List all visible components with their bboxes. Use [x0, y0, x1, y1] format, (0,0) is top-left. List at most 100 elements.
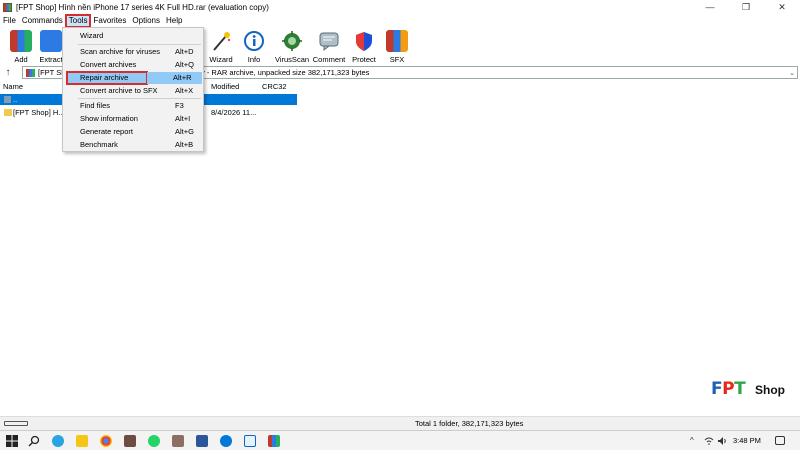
window-title: [FPT Shop] Hình nền iPhone 17 series 4K … — [16, 2, 269, 12]
protect-button-label: Protect — [352, 55, 376, 64]
menu-item-label: Benchmark — [80, 140, 118, 149]
window-controls: — ❐ ✕ — [692, 0, 800, 14]
menu-item-label: Generate report — [80, 127, 133, 136]
menu-separator — [78, 98, 201, 99]
info-button[interactable]: Info — [237, 28, 271, 64]
menu-item-shortcut: Alt+I — [175, 114, 191, 123]
menu-separator — [78, 44, 201, 45]
tools-menu: Wizard Scan archive for viruses Alt+D Co… — [62, 27, 204, 152]
status-bar: Total 1 folder, 382,171,323 bytes — [0, 416, 800, 430]
windows-start-icon[interactable] — [6, 435, 18, 447]
path-info: y - RAR archive, unpacked size 382,171,3… — [201, 68, 370, 77]
word-icon[interactable] — [196, 435, 208, 447]
menu-item-wizard[interactable]: Wizard — [65, 30, 202, 42]
menu-item-label: Convert archives — [80, 60, 137, 69]
menu-item-label: Find files — [80, 101, 111, 110]
menu-item-shortcut: Alt+G — [175, 127, 194, 136]
menu-favorites[interactable]: Favorites — [90, 15, 129, 27]
menu-item-repair-archive[interactable]: Repair archive — [66, 71, 148, 85]
app-icon[interactable] — [220, 435, 232, 447]
menu-tools[interactable]: Tools — [64, 14, 92, 28]
chrome-icon[interactable] — [100, 435, 112, 447]
whatsapp-icon[interactable] — [148, 435, 160, 447]
menu-item-label: Repair archive — [80, 73, 129, 82]
add-icon — [10, 30, 32, 52]
menu-options[interactable]: Options — [129, 15, 163, 27]
winrar-app-icon — [3, 2, 12, 12]
virusscan-button-label: VirusScan — [274, 55, 310, 64]
fpt-shop-logo: FPT Shop — [707, 377, 792, 403]
row-name: [FPT Shop] H... — [13, 108, 65, 117]
volume-icon[interactable] — [718, 437, 728, 445]
app-icon[interactable] — [172, 435, 184, 447]
drive-icon — [4, 421, 28, 426]
maximize-button[interactable]: ❐ — [728, 0, 764, 14]
sfx-button[interactable]: SFX — [380, 28, 414, 64]
menu-item-show-information[interactable]: Show information Alt+I — [65, 113, 202, 125]
wifi-icon[interactable] — [704, 437, 714, 445]
notification-icon[interactable] — [775, 436, 785, 445]
comment-icon — [318, 30, 340, 52]
menu-item-shortcut: Alt+Q — [175, 60, 194, 69]
file-explorer-icon[interactable] — [76, 435, 88, 447]
chevron-up-icon[interactable]: ^ — [690, 437, 698, 445]
column-header-name[interactable]: Name — [3, 81, 23, 93]
info-icon — [243, 30, 265, 52]
chevron-down-icon[interactable]: ⌄ — [789, 69, 795, 77]
taskbar: ^ 3:48 PM — [0, 430, 800, 450]
menu-item-label: Show information — [80, 114, 138, 123]
search-icon[interactable] — [28, 435, 40, 447]
add-button[interactable]: Add — [4, 28, 38, 64]
folder-icon — [4, 109, 12, 116]
menu-item-scan-viruses[interactable]: Scan archive for viruses Alt+D — [65, 46, 202, 58]
edge-icon[interactable] — [52, 435, 64, 447]
menu-item-shortcut: Alt+D — [175, 47, 194, 56]
menu-item-label: Scan archive for viruses — [80, 47, 161, 56]
column-header-modified[interactable]: Modified — [211, 81, 239, 93]
wizard-icon — [210, 30, 232, 52]
archive-icon — [26, 68, 35, 77]
menu-item-label: Wizard — [80, 31, 104, 40]
logo-suffix: Shop — [755, 383, 785, 397]
menu-item-benchmark[interactable]: Benchmark Alt+B — [65, 139, 202, 151]
clock[interactable]: 3:48 PM — [733, 436, 761, 445]
menu-item-convert-archives[interactable]: Convert archives Alt+Q — [65, 59, 202, 71]
status-text: Total 1 folder, 382,171,323 bytes — [415, 419, 524, 428]
info-button-label: Info — [247, 55, 261, 64]
menu-item-repair-archive-shortcut[interactable]: Alt+R — [147, 72, 202, 84]
menu-item-label: Convert archive to SFX — [80, 86, 158, 95]
add-button-label: Add — [14, 55, 28, 64]
virusscan-button[interactable]: VirusScan — [275, 28, 309, 64]
wizard-button-label: Wizard — [209, 55, 233, 64]
menu-item-shortcut: Alt+R — [173, 73, 192, 82]
row-name: .. — [13, 95, 18, 104]
menu-item-convert-sfx[interactable]: Convert archive to SFX Alt+X — [65, 85, 202, 97]
up-one-level-icon[interactable]: ↑ — [0, 67, 16, 78]
wizard-button[interactable]: Wizard — [204, 28, 238, 64]
close-button[interactable]: ✕ — [764, 0, 800, 14]
menu-item-shortcut: F3 — [175, 101, 184, 110]
menu-file[interactable]: File — [0, 15, 19, 27]
logo-brand: FPT — [711, 379, 746, 399]
app-icon[interactable] — [124, 435, 136, 447]
sfx-button-label: SFX — [389, 55, 405, 64]
menu-item-shortcut: Alt+X — [175, 86, 194, 95]
app-icon[interactable] — [244, 435, 256, 447]
row-modified: 8/4/2026 11... — [211, 108, 257, 117]
menu-item-find-files[interactable]: Find files F3 — [65, 100, 202, 112]
parent-folder-icon — [4, 96, 11, 103]
virusscan-icon — [281, 30, 303, 52]
menu-commands[interactable]: Commands — [19, 15, 66, 27]
sfx-icon — [386, 30, 408, 52]
protect-button[interactable]: Protect — [347, 28, 381, 64]
comment-button[interactable]: Comment — [312, 28, 346, 64]
title-bar: [FPT Shop] Hình nền iPhone 17 series 4K … — [0, 0, 800, 14]
column-header-crc32[interactable]: CRC32 — [262, 81, 287, 93]
menu-bar: File Commands Tools Favorites Options He… — [0, 14, 800, 28]
menu-help[interactable]: Help — [163, 15, 185, 27]
minimize-button[interactable]: — — [692, 0, 728, 14]
menu-item-generate-report[interactable]: Generate report Alt+G — [65, 126, 202, 138]
extract-icon — [40, 30, 62, 52]
protect-icon — [353, 30, 375, 52]
winrar-taskbar-icon[interactable] — [268, 435, 280, 447]
